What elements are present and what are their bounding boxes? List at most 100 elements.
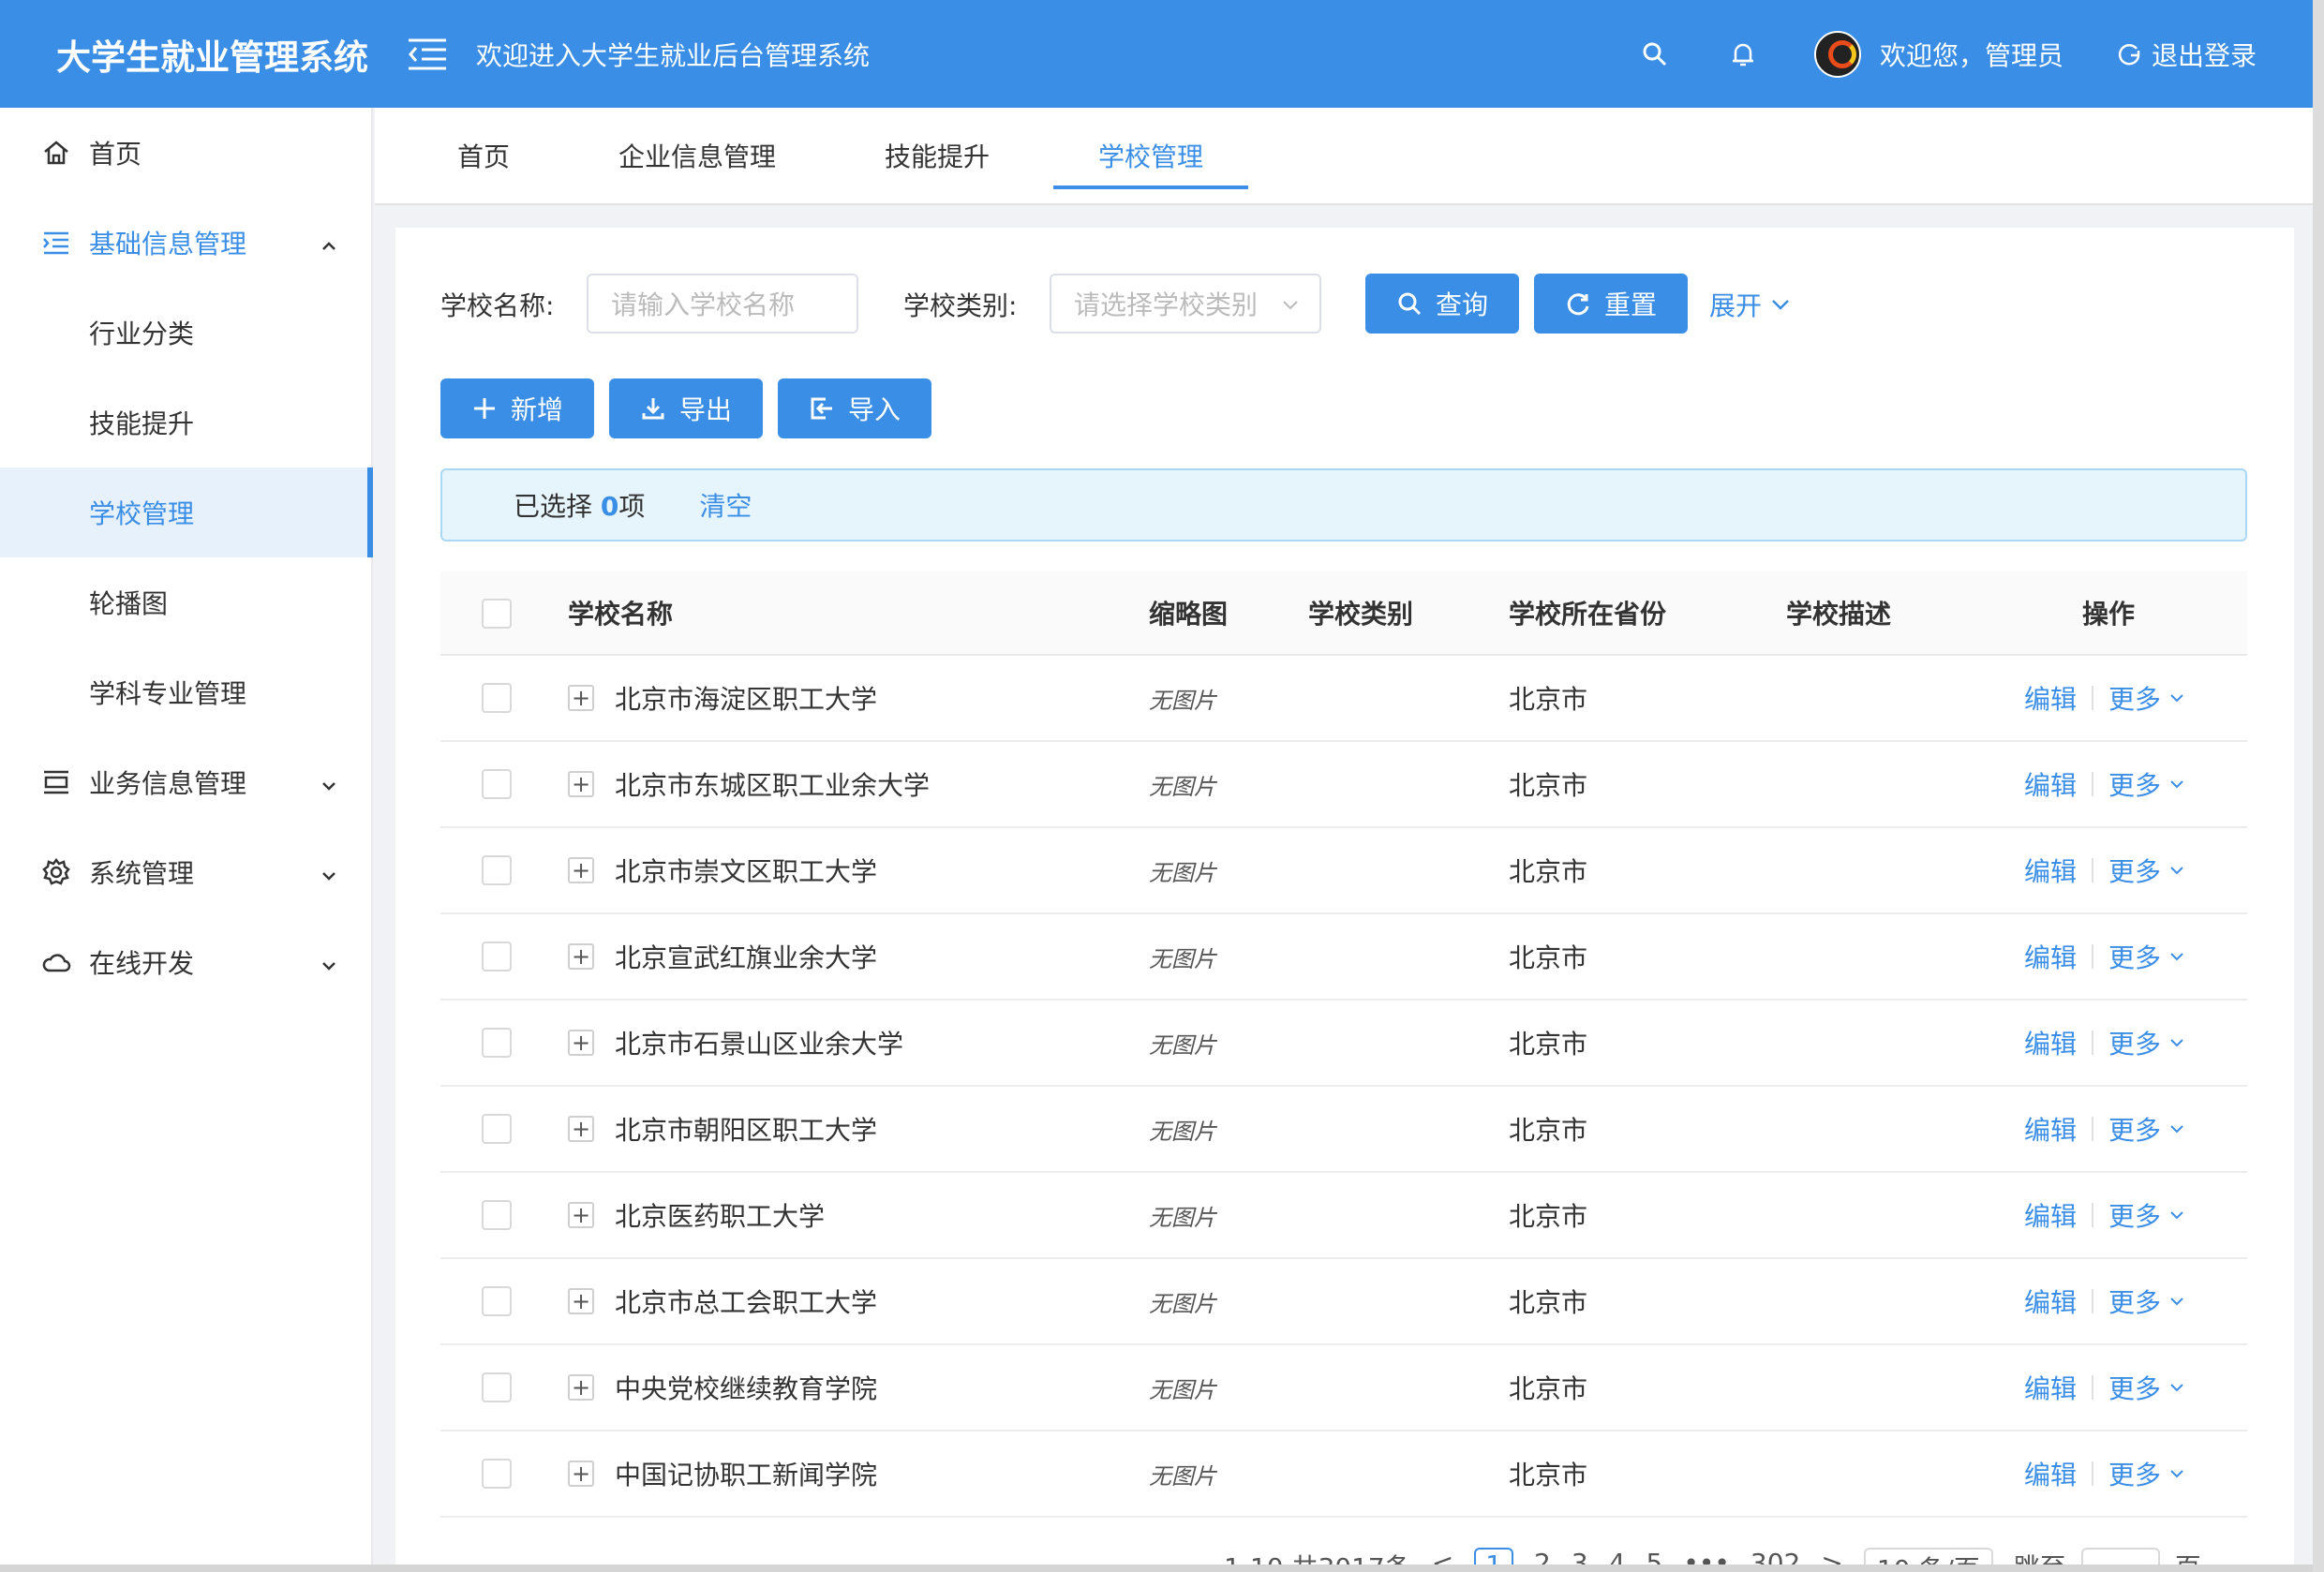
tab-company-info[interactable]: 企业信息管理	[618, 108, 776, 203]
table-row[interactable]: + 中国记协职工新闻学院 无图片 北京市 编辑 更多	[440, 1431, 2247, 1518]
cell-thumbnail: 无图片	[1149, 1290, 1216, 1317]
action-divider	[2092, 1375, 2093, 1400]
table-row[interactable]: + 北京市总工会职工大学 无图片 北京市 编辑 更多	[440, 1259, 2247, 1345]
table-row[interactable]: + 北京市朝阳区职工大学 无图片 北京市 编辑 更多	[440, 1087, 2247, 1173]
more-dropdown[interactable]: 更多	[2108, 1001, 2185, 1085]
table-row[interactable]: + 北京市东城区职工业余大学 无图片 北京市 编辑 更多	[440, 742, 2247, 828]
expand-row-icon[interactable]: +	[568, 685, 594, 711]
import-button[interactable]: 导入	[778, 378, 931, 438]
table-row[interactable]: + 北京市海淀区职工大学 无图片 北京市 编辑 更多	[440, 656, 2247, 742]
row-checkbox[interactable]	[482, 683, 512, 713]
export-label: 导出	[678, 394, 732, 425]
cell-province: 北京市	[1509, 1460, 1588, 1490]
more-label: 更多	[2108, 1115, 2162, 1146]
expand-row-icon[interactable]: +	[568, 943, 594, 970]
page-scrollbar[interactable]	[2313, 0, 2324, 1572]
bell-icon[interactable]	[1724, 36, 1762, 73]
cell-school-name: 北京市东城区职工业余大学	[615, 770, 931, 801]
column-header-name[interactable]: 学校名称	[568, 571, 673, 654]
sidebar-item-majors[interactable]: 学科专业管理	[0, 647, 371, 737]
edit-link[interactable]: 编辑	[2024, 742, 2077, 826]
more-dropdown[interactable]: 更多	[2108, 1431, 2185, 1516]
search-icon[interactable]	[1636, 36, 1674, 73]
edit-link[interactable]: 编辑	[2024, 1259, 2077, 1343]
table-row[interactable]: + 中央党校继续教育学院 无图片 北京市 编辑 更多	[440, 1345, 2247, 1431]
select-all-checkbox[interactable]	[482, 599, 512, 629]
expand-row-icon[interactable]: +	[568, 771, 594, 797]
row-checkbox[interactable]	[482, 1286, 512, 1316]
table-row[interactable]: + 北京市石景山区业余大学 无图片 北京市 编辑 更多	[440, 1001, 2247, 1087]
reload-icon	[1567, 293, 1589, 316]
table-row[interactable]: + 北京医药职工大学 无图片 北京市 编辑 更多	[440, 1173, 2247, 1259]
edit-link[interactable]: 编辑	[2024, 1087, 2077, 1171]
tab-home[interactable]: 首页	[457, 108, 510, 203]
sidebar-item-system[interactable]: 系统管理	[0, 827, 371, 917]
expand-row-icon[interactable]: +	[568, 857, 594, 883]
sidebar-item-business-info[interactable]: 业务信息管理	[0, 737, 371, 827]
column-header-thumb[interactable]: 缩略图	[1149, 571, 1228, 654]
logout-button[interactable]: 退出登录	[2116, 36, 2257, 73]
row-checkbox[interactable]	[482, 855, 512, 885]
expand-row-icon[interactable]: +	[568, 1030, 594, 1056]
cell-province: 北京市	[1509, 770, 1588, 801]
sidebar-item-industry[interactable]: 行业分类	[0, 288, 371, 378]
expand-row-icon[interactable]: +	[568, 1374, 594, 1401]
sidebar-item-skills[interactable]: 技能提升	[0, 378, 371, 467]
query-button[interactable]: 查询	[1365, 274, 1519, 334]
more-dropdown[interactable]: 更多	[2108, 1345, 2185, 1430]
cell-province: 北京市	[1509, 1201, 1588, 1232]
clear-selection-link[interactable]: 清空	[699, 486, 752, 524]
edit-link[interactable]: 编辑	[2024, 1173, 2077, 1257]
menu-collapse-icon[interactable]	[407, 36, 448, 73]
expand-toggle[interactable]: 展开	[1709, 286, 1792, 323]
sidebar-item-carousel[interactable]: 轮播图	[0, 557, 371, 647]
more-dropdown[interactable]: 更多	[2108, 742, 2185, 826]
edit-link[interactable]: 编辑	[2024, 1001, 2077, 1085]
user-greeting[interactable]: 欢迎您，管理员	[1880, 36, 2063, 73]
avatar[interactable]	[1813, 30, 1861, 78]
more-dropdown[interactable]: 更多	[2108, 914, 2185, 999]
add-button[interactable]: 新增	[440, 378, 594, 438]
sidebar-item-home[interactable]: 首页	[0, 108, 371, 198]
more-dropdown[interactable]: 更多	[2108, 656, 2185, 740]
cloud-icon	[41, 947, 71, 977]
edit-link[interactable]: 编辑	[2024, 656, 2077, 740]
row-checkbox[interactable]	[482, 1114, 512, 1144]
expand-row-icon[interactable]: +	[568, 1202, 594, 1228]
tab-skills[interactable]: 技能提升	[885, 108, 990, 203]
row-checkbox[interactable]	[482, 1372, 512, 1402]
export-button[interactable]: 导出	[609, 378, 763, 438]
row-checkbox[interactable]	[482, 1028, 512, 1058]
row-checkbox[interactable]	[482, 942, 512, 971]
action-divider	[2092, 772, 2093, 796]
column-header-type[interactable]: 学校类别	[1308, 571, 1413, 654]
action-divider	[2092, 1117, 2093, 1141]
more-label: 更多	[2108, 1287, 2162, 1318]
sidebar-item-school[interactable]: 学校管理	[0, 467, 373, 557]
row-checkbox[interactable]	[482, 1459, 512, 1489]
more-dropdown[interactable]: 更多	[2108, 828, 2185, 912]
expand-row-icon[interactable]: +	[568, 1461, 594, 1487]
edit-link[interactable]: 编辑	[2024, 914, 2077, 999]
edit-link[interactable]: 编辑	[2024, 1345, 2077, 1430]
table-row[interactable]: + 北京市崇文区职工大学 无图片 北京市 编辑 更多	[440, 828, 2247, 914]
school-name-input[interactable]: 请输入学校名称	[587, 274, 858, 334]
expand-row-icon[interactable]: +	[568, 1288, 594, 1314]
edit-link[interactable]: 编辑	[2024, 1431, 2077, 1516]
reset-button[interactable]: 重置	[1534, 274, 1688, 334]
row-checkbox[interactable]	[482, 1200, 512, 1230]
expand-row-icon[interactable]: +	[568, 1116, 594, 1142]
sidebar-item-basic-info[interactable]: 基础信息管理	[0, 198, 371, 288]
column-header-desc[interactable]: 学校描述	[1786, 571, 1891, 654]
column-header-province[interactable]: 学校所在省份	[1509, 571, 1666, 654]
sidebar-item-online-dev[interactable]: 在线开发	[0, 917, 371, 1007]
more-dropdown[interactable]: 更多	[2108, 1087, 2185, 1171]
more-dropdown[interactable]: 更多	[2108, 1259, 2185, 1343]
sidebar-item-label: 技能提升	[89, 408, 195, 439]
more-dropdown[interactable]: 更多	[2108, 1173, 2185, 1257]
cell-school-name: 北京市海淀区职工大学	[615, 684, 878, 715]
row-checkbox[interactable]	[482, 769, 512, 799]
table-row[interactable]: + 北京宣武红旗业余大学 无图片 北京市 编辑 更多	[440, 914, 2247, 1001]
school-type-select[interactable]: 请选择学校类别	[1050, 274, 1321, 334]
edit-link[interactable]: 编辑	[2024, 828, 2077, 912]
